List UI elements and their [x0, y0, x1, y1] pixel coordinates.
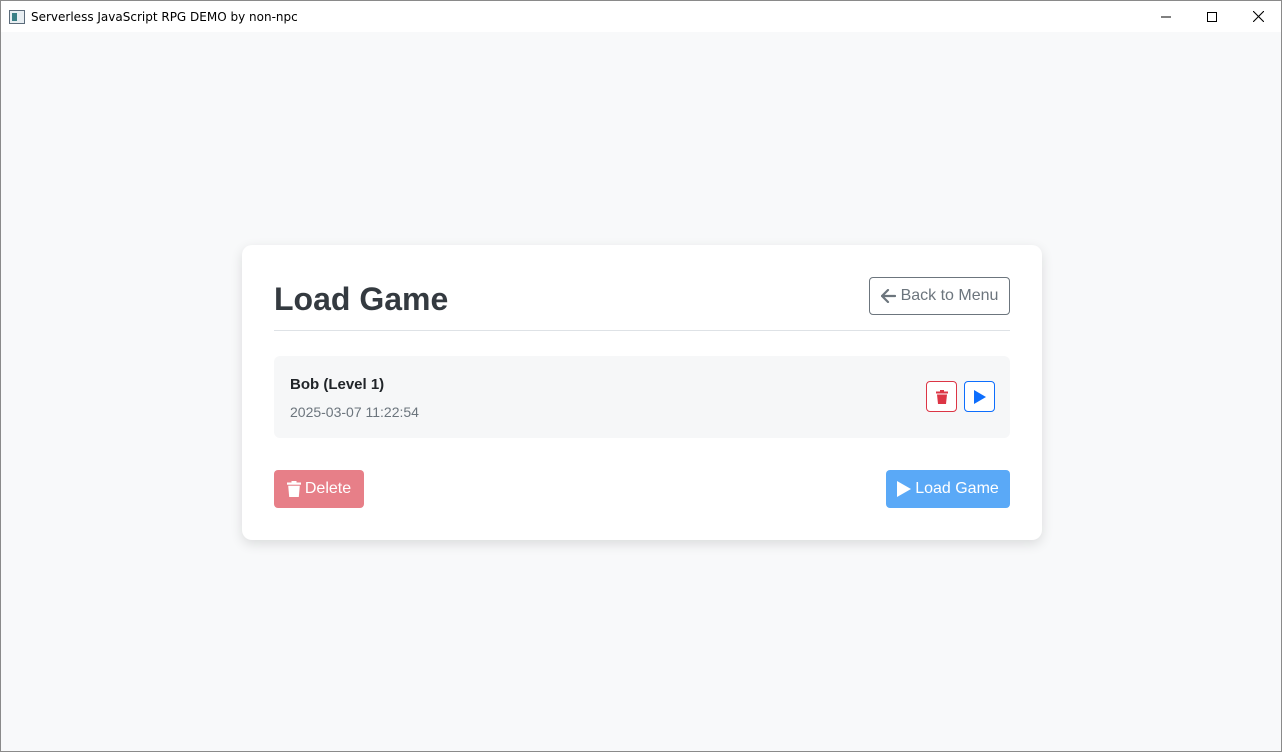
panel-header: Load Game Back to Menu [274, 277, 1010, 331]
save-slot-timestamp: 2025-03-07 11:22:54 [290, 404, 419, 420]
close-icon [1252, 11, 1264, 22]
minimize-icon [1161, 16, 1171, 17]
back-to-menu-label: Back to Menu [900, 287, 999, 304]
delete-button-label: Delete [304, 480, 352, 497]
play-icon [973, 389, 986, 404]
window-controls [1143, 1, 1281, 32]
play-save-button[interactable] [964, 381, 995, 412]
main-content: Load Game Back to Menu Bob (Level 1) 202… [1, 32, 1281, 751]
delete-save-button[interactable] [926, 381, 957, 412]
load-game-button[interactable]: Load Game [886, 470, 1010, 508]
play-icon [897, 481, 912, 497]
maximize-button[interactable] [1189, 1, 1235, 32]
minimize-button[interactable] [1143, 1, 1189, 32]
arrow-left-icon [880, 289, 896, 303]
load-game-button-label: Load Game [915, 480, 999, 497]
close-button[interactable] [1235, 1, 1281, 32]
window-title: Serverless JavaScript RPG DEMO by non-np… [31, 9, 298, 24]
delete-button[interactable]: Delete [274, 470, 364, 508]
app-icon [9, 9, 25, 24]
back-to-menu-button[interactable]: Back to Menu [869, 277, 1010, 315]
trash-icon [286, 481, 301, 497]
app-window: Serverless JavaScript RPG DEMO by non-np… [0, 0, 1282, 752]
load-game-panel: Load Game Back to Menu Bob (Level 1) 202… [242, 245, 1042, 540]
page-title: Load Game [274, 281, 449, 317]
save-slot[interactable]: Bob (Level 1) 2025-03-07 11:22:54 [274, 356, 1010, 438]
maximize-icon [1207, 11, 1217, 22]
title-bar: Serverless JavaScript RPG DEMO by non-np… [1, 1, 1281, 32]
save-slot-name: Bob (Level 1) [290, 376, 385, 393]
trash-icon [935, 389, 948, 404]
